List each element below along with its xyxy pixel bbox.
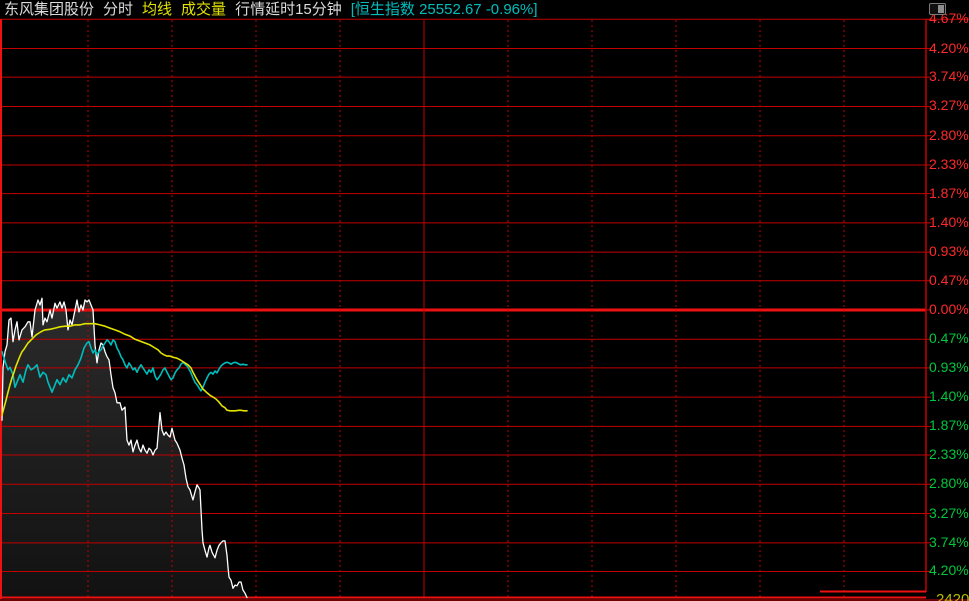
axis-label: 3.74% [929, 69, 969, 84]
quote-delay-notice: 行情延时15分钟 [235, 0, 342, 20]
axis-label: 1.40% [929, 389, 969, 404]
stock-app-window: 东风集团股份 分时 均线 成交量 行情延时15分钟 [恒生指数 25552.67… [0, 0, 969, 601]
tab-minute-chart[interactable]: 分时 [103, 0, 133, 20]
axis-label: 1.40% [929, 215, 969, 230]
axis-label: 0.47% [929, 331, 969, 346]
axis-label: 4.20% [929, 563, 969, 578]
axis-label: 3.27% [929, 506, 969, 521]
axis-label: 2.33% [929, 447, 969, 462]
stock-name: 东风集团股份 [4, 0, 94, 20]
axis-label: 0.93% [929, 244, 969, 259]
volume-axis-label: 2420 [936, 592, 969, 601]
panel-toggle-icon[interactable] [929, 3, 946, 15]
axis-label: 3.27% [929, 98, 969, 113]
axis-label: 1.87% [929, 186, 969, 201]
axis-label: 0.00% [929, 302, 969, 317]
title-bar: 东风集团股份 分时 均线 成交量 行情延时15分钟 [恒生指数 25552.67… [0, 0, 969, 20]
axis-label: 2.80% [929, 476, 969, 491]
axis-label: 3.74% [929, 535, 969, 550]
intraday-chart-canvas[interactable] [0, 0, 969, 601]
price-area-fill [2, 298, 247, 597]
axis-label: 4.20% [929, 41, 969, 56]
panel-toggle-icon-fill [938, 5, 944, 13]
tab-volume[interactable]: 成交量 [181, 0, 226, 20]
axis-label: 0.93% [929, 360, 969, 375]
axis-label: 1.87% [929, 418, 969, 433]
axis-label: 2.33% [929, 157, 969, 172]
hang-seng-index-quote[interactable]: [恒生指数 25552.67 -0.96%] [351, 0, 538, 20]
axis-label: 0.47% [929, 273, 969, 288]
tab-moving-average[interactable]: 均线 [142, 0, 172, 20]
axis-label: 2.80% [929, 128, 969, 143]
